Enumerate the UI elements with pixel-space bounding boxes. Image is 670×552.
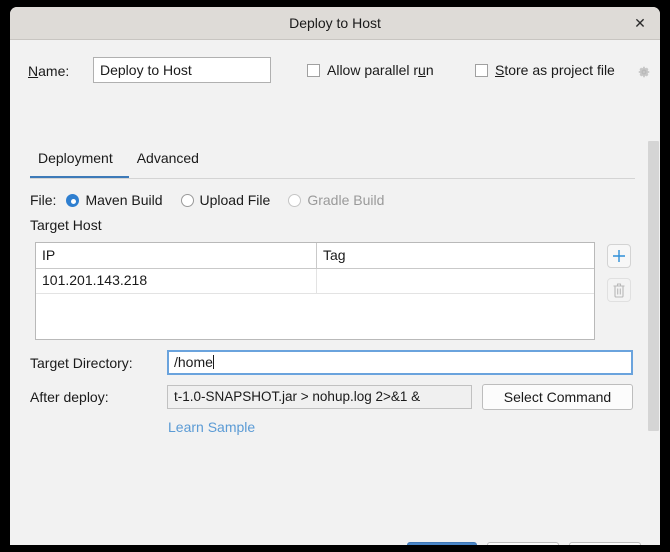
allow-parallel-run-label: Allow parallel run	[327, 62, 434, 78]
table-header-row: IP Tag	[36, 243, 594, 269]
target-host-table[interactable]: IP Tag 101.201.143.218	[35, 242, 595, 340]
text-caret	[212, 355, 214, 369]
name-label: Name:	[28, 63, 69, 79]
radio-gradle-build: Gradle Build	[288, 192, 384, 208]
tab-advanced[interactable]: Advanced	[129, 148, 215, 178]
file-label: File:	[30, 192, 57, 208]
tab-deployment[interactable]: Deployment	[30, 148, 129, 178]
close-icon[interactable]: ✕	[630, 14, 650, 34]
deploy-to-host-dialog: Deploy to Host ✕ Name: Deploy to Host Al…	[10, 7, 660, 545]
learn-sample-link[interactable]: Learn Sample	[168, 419, 255, 435]
column-header-ip[interactable]: IP	[36, 243, 317, 268]
table-row[interactable]: 101.201.143.218	[36, 269, 594, 294]
radio-gradle-build-label: Gradle Build	[307, 192, 385, 208]
name-row: Name: Deploy to Host Allow parallel run …	[10, 57, 660, 87]
cell-tag[interactable]	[317, 269, 594, 293]
plus-icon	[613, 250, 625, 262]
trash-icon	[613, 283, 625, 298]
title-bar: Deploy to Host ✕	[10, 7, 660, 40]
cell-ip[interactable]: 101.201.143.218	[36, 269, 317, 293]
checkbox-box	[475, 63, 488, 77]
radio-upload-file-label: Upload File	[199, 192, 271, 208]
file-radio-group: File: Maven Build Upload File Gradle Bui…	[30, 189, 402, 211]
radio-indicator	[288, 193, 302, 207]
dialog-title: Deploy to Host	[289, 15, 381, 31]
target-directory-value: /home	[174, 354, 213, 370]
name-label-mnemonic: N	[28, 63, 39, 79]
scrollbar-thumb[interactable]	[648, 141, 659, 431]
store-as-project-file-label: Store as project file	[495, 62, 615, 78]
run-button[interactable]: Run	[407, 542, 477, 545]
name-label-rest: ame:	[38, 63, 70, 79]
remove-host-button	[607, 278, 631, 302]
dialog-body: Name: Deploy to Host Allow parallel run …	[10, 40, 660, 545]
after-deploy-input[interactable]: t-1.0-SNAPSHOT.jar > nohup.log 2>&1 &	[167, 385, 472, 409]
after-deploy-label: After deploy:	[30, 389, 109, 405]
cancel-button[interactable]: Cancel	[487, 542, 559, 545]
select-command-button[interactable]: Select Command	[482, 384, 633, 410]
radio-maven-build[interactable]: Maven Build	[66, 192, 163, 208]
add-host-button[interactable]	[607, 244, 631, 268]
target-directory-label: Target Directory:	[30, 355, 133, 371]
apply-button[interactable]: Apply	[569, 542, 641, 545]
store-as-project-file-checkbox[interactable]: Store as project file	[475, 62, 615, 78]
radio-upload-file[interactable]: Upload File	[180, 192, 271, 208]
name-input[interactable]: Deploy to Host	[93, 57, 271, 83]
radio-maven-build-label: Maven Build	[85, 192, 163, 208]
radio-indicator	[66, 193, 80, 207]
tab-separator	[30, 178, 635, 179]
gear-icon[interactable]	[637, 65, 651, 79]
vertical-scrollbar[interactable]	[647, 133, 660, 532]
target-host-label: Target Host	[30, 217, 102, 233]
tab-bar: Deployment Advanced	[30, 148, 215, 178]
checkbox-box	[307, 63, 320, 77]
radio-indicator	[180, 193, 194, 207]
allow-parallel-run-checkbox[interactable]: Allow parallel run	[307, 62, 434, 78]
column-header-tag[interactable]: Tag	[317, 243, 594, 268]
target-directory-input[interactable]: /home	[167, 350, 633, 375]
